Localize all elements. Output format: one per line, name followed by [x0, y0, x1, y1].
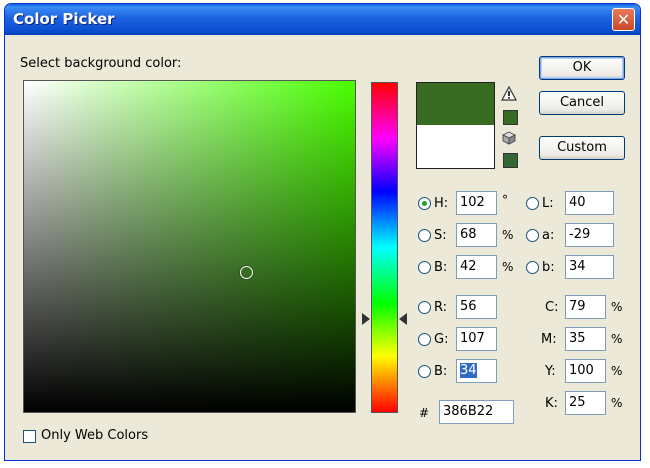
lightness-label: L:	[542, 196, 554, 211]
hue-radio[interactable]	[418, 197, 431, 210]
hue-unit: °	[502, 193, 508, 207]
lightness-field[interactable]: 40	[565, 191, 614, 215]
cancel-button[interactable]: Cancel	[539, 91, 625, 115]
hex-symbol: #	[419, 406, 430, 420]
a-channel-radio[interactable]	[526, 229, 539, 242]
hue-slider[interactable]	[371, 82, 398, 413]
yellow-field[interactable]: 100	[565, 359, 606, 383]
saturation-unit: %	[502, 228, 514, 242]
a-channel-field[interactable]: -29	[565, 223, 614, 247]
hue-slider-left-arrow[interactable]	[362, 313, 370, 325]
color-field[interactable]	[23, 80, 356, 413]
cyan-field[interactable]: 79	[565, 295, 606, 319]
web-safe-cube-icon[interactable]	[502, 131, 516, 145]
custom-button[interactable]: Custom	[539, 136, 625, 160]
red-label: R:	[434, 300, 448, 315]
b-channel-field[interactable]: 34	[565, 255, 614, 279]
yellow-unit: %	[611, 364, 623, 378]
close-icon: ✕	[616, 10, 631, 29]
saturation-field[interactable]: 68	[456, 223, 497, 247]
new-color-swatch	[416, 82, 495, 125]
color-field-marker[interactable]	[240, 266, 253, 279]
b-channel-radio[interactable]	[526, 261, 539, 274]
magenta-field[interactable]: 35	[565, 327, 606, 351]
green-field[interactable]: 107	[456, 327, 497, 351]
blue-radio[interactable]	[418, 365, 431, 378]
cyan-label: C:	[545, 300, 559, 315]
window-title: Color Picker	[13, 10, 115, 28]
brightness-label: B:	[434, 260, 448, 275]
brightness-unit: %	[502, 260, 514, 274]
red-field[interactable]: 56	[456, 295, 497, 319]
hue-field[interactable]: 102	[456, 191, 497, 215]
green-label: G:	[434, 332, 449, 347]
only-web-colors-checkbox[interactable]	[23, 430, 36, 443]
hex-field[interactable]: 386B22	[439, 400, 514, 424]
prompt-label: Select background color:	[20, 56, 182, 71]
saturation-label: S:	[434, 228, 447, 243]
magenta-unit: %	[611, 332, 623, 346]
gamut-warning-icon[interactable]	[501, 86, 517, 101]
magenta-label: M:	[541, 332, 557, 347]
red-radio[interactable]	[418, 301, 431, 314]
web-safe-color-swatch[interactable]	[503, 153, 518, 168]
b-channel-label: b:	[542, 260, 555, 275]
black-unit: %	[611, 396, 623, 410]
hue-label: H:	[434, 196, 449, 211]
yellow-label: Y:	[545, 364, 556, 379]
color-picker-dialog: Color Picker ✕ Select background color: …	[4, 3, 641, 461]
black-label: K:	[545, 396, 558, 411]
current-color-swatch	[416, 125, 495, 169]
black-field[interactable]: 25	[565, 391, 606, 415]
green-radio[interactable]	[418, 333, 431, 346]
lightness-radio[interactable]	[526, 197, 539, 210]
blue-value-selected: 34	[460, 363, 477, 378]
blue-field[interactable]: 34	[456, 359, 497, 383]
ok-button[interactable]: OK	[539, 56, 625, 80]
gamut-color-swatch[interactable]	[503, 110, 518, 125]
only-web-colors-label[interactable]: Only Web Colors	[41, 428, 148, 443]
cyan-unit: %	[611, 300, 623, 314]
brightness-radio[interactable]	[418, 261, 431, 274]
blue-label: B:	[434, 364, 448, 379]
title-bar[interactable]: Color Picker ✕	[5, 4, 640, 35]
saturation-radio[interactable]	[418, 229, 431, 242]
brightness-field[interactable]: 42	[456, 255, 497, 279]
close-button[interactable]: ✕	[612, 8, 635, 31]
a-channel-label: a:	[542, 228, 555, 243]
hue-slider-right-arrow[interactable]	[399, 313, 407, 325]
